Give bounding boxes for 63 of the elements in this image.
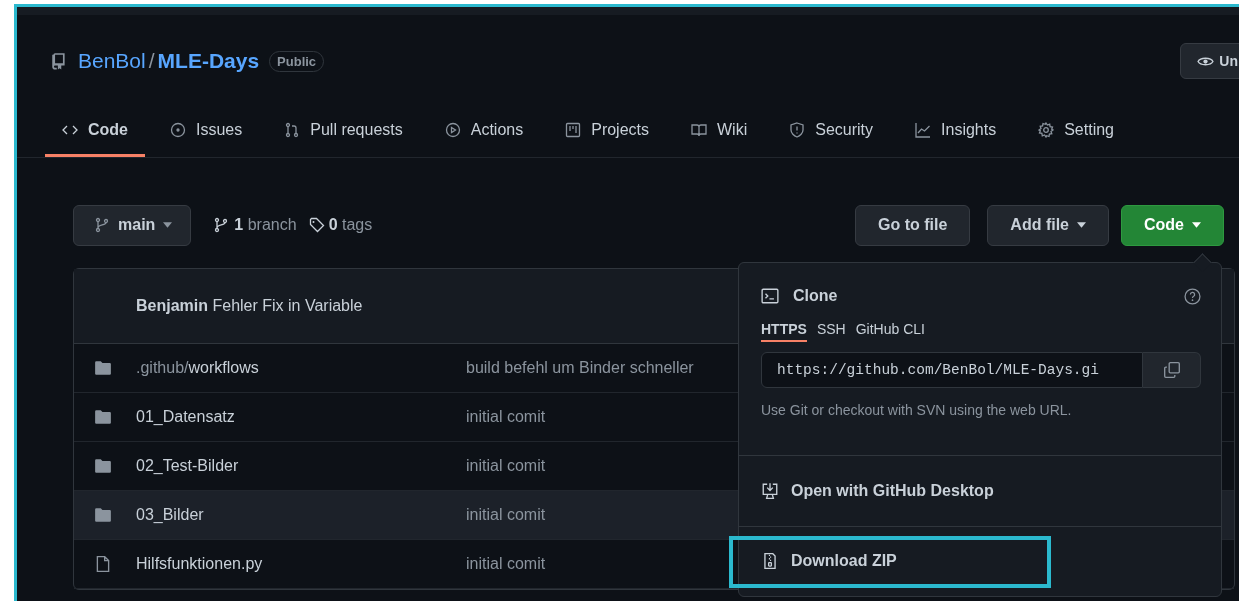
repo-tab[interactable]: Security xyxy=(772,111,891,157)
file-icon xyxy=(94,555,112,573)
repo-tab[interactable]: Wiki xyxy=(674,111,765,157)
repo-tab[interactable]: Insights xyxy=(898,111,1014,157)
tab-icon xyxy=(691,122,707,138)
terminal-icon xyxy=(761,287,779,305)
file-name-link[interactable]: 03_Bilder xyxy=(136,506,466,524)
folder-icon xyxy=(94,408,112,426)
toolbar-button[interactable]: Add file xyxy=(987,204,1109,246)
tag-icon xyxy=(308,217,325,233)
repo-owner-link[interactable]: BenBol xyxy=(78,49,146,73)
commit-message-link[interactable]: initial comit xyxy=(466,506,546,524)
tab-icon xyxy=(789,122,806,138)
commit-message-link[interactable]: initial comit xyxy=(466,457,546,475)
tab-icon xyxy=(565,122,582,138)
protocol-tab[interactable]: HTTPS xyxy=(761,321,807,342)
clone-title: Clone xyxy=(793,287,838,305)
repo-tab[interactable]: Projects xyxy=(548,111,666,157)
folder-icon xyxy=(94,506,112,524)
branches-link[interactable]: 1 branch xyxy=(234,216,297,234)
copy-button[interactable] xyxy=(1143,352,1201,388)
repo-tab[interactable]: Code xyxy=(45,111,145,157)
file-name-link[interactable]: Hilfsfunktionen.py xyxy=(136,555,466,573)
desktop-download-icon xyxy=(761,482,779,500)
tab-icon xyxy=(170,122,186,138)
caret-icon xyxy=(1077,222,1086,228)
commit-message-link[interactable]: initial comit xyxy=(466,555,546,573)
repo-tab[interactable]: Setting xyxy=(1021,111,1131,157)
file-name-link[interactable]: 01_Datensatz xyxy=(136,408,466,426)
repo-name-link[interactable]: MLE-Days xyxy=(157,49,260,73)
toolbar-button[interactable]: Go to file xyxy=(855,204,971,246)
repo-tab[interactable]: Actions xyxy=(427,111,541,157)
branch-selector[interactable]: main xyxy=(73,204,192,246)
branch-icon xyxy=(94,217,110,233)
menu-item[interactable]: Open with GitHub Desktop xyxy=(739,456,1221,527)
folder-icon xyxy=(94,457,112,475)
caret-icon xyxy=(1192,222,1201,228)
tab-icon xyxy=(1038,122,1055,138)
copy-icon xyxy=(1162,361,1181,379)
folder-icon xyxy=(94,359,112,377)
commit-message-link[interactable]: build befehl um Binder schneller xyxy=(466,359,694,377)
commit-message-link[interactable]: initial comit xyxy=(466,408,546,426)
clone-url-field[interactable]: https://github.com/BenBol/MLE-Days.gi xyxy=(761,352,1143,388)
repo-tab[interactable]: Issues xyxy=(153,111,260,157)
clone-hint: Use Git or checkout with SVN using the web URL. xyxy=(761,402,1073,418)
file-name-link[interactable]: .github/workflows xyxy=(136,359,466,377)
repo-icon xyxy=(50,52,68,70)
caret-icon xyxy=(163,222,173,228)
branch-icon xyxy=(213,217,230,233)
zip-file-icon xyxy=(761,552,779,570)
path-separator: / xyxy=(148,49,155,73)
protocol-tab[interactable]: GitHub CLI xyxy=(855,321,925,342)
tags-link[interactable]: 0 tags xyxy=(328,216,373,234)
latest-commit: Benjamin Fehler Fix in Variable xyxy=(136,297,363,315)
tab-icon xyxy=(915,122,932,138)
file-name-link[interactable]: 02_Test-Bilder xyxy=(136,457,466,475)
watch-button[interactable]: Un xyxy=(1180,43,1239,79)
toolbar-button[interactable]: Code xyxy=(1121,204,1224,246)
repo-tab[interactable]: Pull requests xyxy=(267,111,420,157)
tab-icon xyxy=(444,122,461,138)
tab-icon xyxy=(284,122,301,138)
protocol-tab[interactable]: SSH xyxy=(816,321,846,342)
help-icon[interactable] xyxy=(1184,287,1201,305)
